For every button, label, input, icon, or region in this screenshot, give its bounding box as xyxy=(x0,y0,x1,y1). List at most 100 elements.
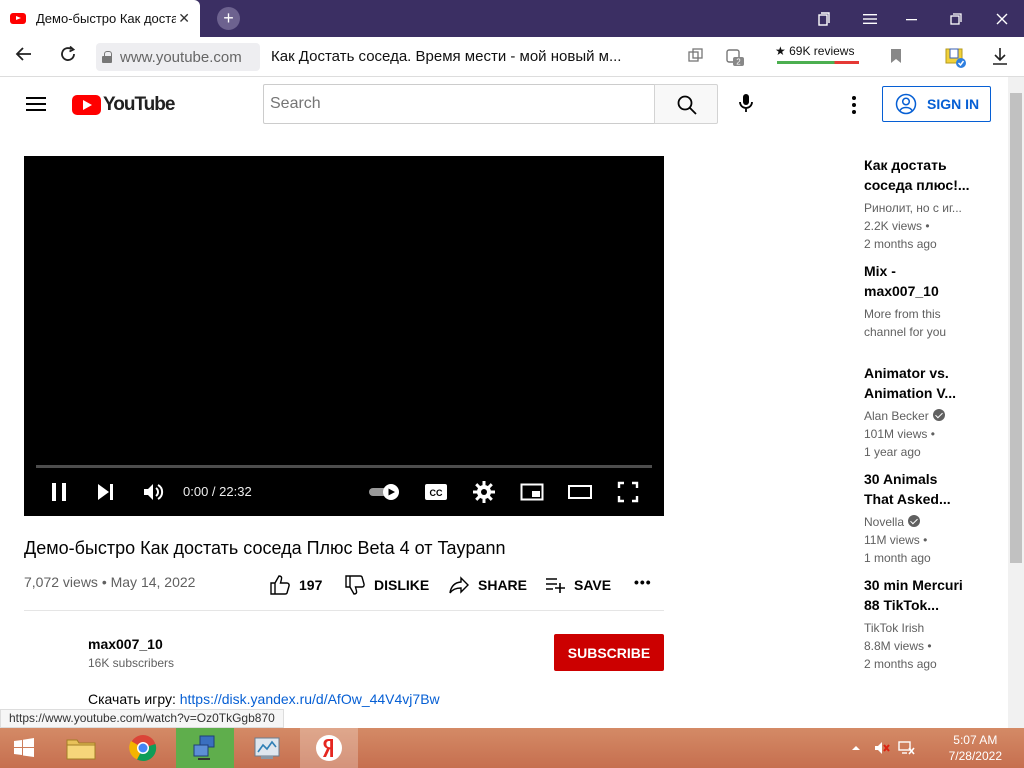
youtube-header: YouTube SIGN IN xyxy=(0,77,1008,133)
reader-extension-icon[interactable] xyxy=(944,46,966,68)
volume-muted-icon[interactable] xyxy=(870,728,894,768)
sign-in-label: SIGN IN xyxy=(927,96,980,112)
download-icon[interactable] xyxy=(990,46,1012,68)
file-explorer-icon[interactable] xyxy=(52,728,110,768)
captions-icon[interactable]: CC xyxy=(424,480,448,504)
search-button[interactable] xyxy=(654,84,718,124)
video-player[interactable]: 0:00 / 22:32 CC xyxy=(24,156,664,516)
thumbs-down-icon xyxy=(345,575,365,595)
fullscreen-icon[interactable] xyxy=(616,480,640,504)
svg-text:CC: CC xyxy=(430,488,443,498)
recommended-channel: Ринолит, но с иг... xyxy=(864,201,962,215)
recommended-video-5[interactable]: 30 min Mercuri 88 TikTok... TikTok Irish… xyxy=(864,575,999,673)
recommended-title-line1: Как достать xyxy=(864,157,947,173)
status-url: https://www.youtube.com/watch?v=Oz0TkGgb… xyxy=(0,709,284,728)
browser-menu-icon[interactable] xyxy=(848,0,892,37)
start-windows-icon[interactable] xyxy=(0,728,48,768)
guide-menu-icon[interactable] xyxy=(26,97,46,111)
recommended-title-line2: 88 TikTok... xyxy=(864,597,939,613)
settings-more-icon[interactable] xyxy=(842,93,866,117)
settings-gear-icon[interactable] xyxy=(472,480,496,504)
recommended-title-line2: Animation V... xyxy=(864,385,957,401)
dislike-button[interactable]: DISLIKE xyxy=(344,574,429,596)
chrome-icon[interactable] xyxy=(114,728,172,768)
extension-badge-count: 2 xyxy=(736,58,741,67)
dislike-label: DISLIKE xyxy=(374,577,430,593)
url-box[interactable]: www.youtube.com xyxy=(96,43,260,71)
tab-close-icon[interactable]: ✕ xyxy=(178,10,190,27)
recommended-video-1[interactable]: Как достать соседа плюс!... Ринолит, но … xyxy=(864,155,999,253)
tray-expand-icon[interactable] xyxy=(846,728,866,768)
address-page-title[interactable]: Как Достать соседа. Время мести - мой но… xyxy=(271,48,651,65)
restore-icon[interactable] xyxy=(934,0,978,37)
description-link[interactable]: https://disk.yandex.ru/d/AfOw_44V4vj7Bw xyxy=(180,691,440,707)
recommended-views: channel for you xyxy=(864,325,947,339)
time-display: 0:00 / 22:32 xyxy=(183,484,252,499)
clock-time: 5:07 AM xyxy=(953,733,998,747)
autoplay-toggle-icon[interactable] xyxy=(367,480,403,504)
recommended-title-line2: соседа плюс!... xyxy=(864,177,970,193)
new-tab-button[interactable]: + xyxy=(217,7,240,30)
recommended-video-3[interactable]: Animator vs. Animation V... Alan Becker … xyxy=(864,363,999,461)
verified-icon xyxy=(908,515,921,527)
channel-subscribers: 16K subscribers xyxy=(88,656,175,670)
recommended-channel-name: Novella xyxy=(864,515,905,529)
sign-in-button[interactable]: SIGN IN xyxy=(882,86,991,122)
subscribe-button[interactable]: SUBSCRIBE xyxy=(554,634,664,671)
recommended-age: 2 months ago xyxy=(864,237,937,251)
share-label: SHARE xyxy=(478,577,528,593)
progress-bar[interactable] xyxy=(36,465,652,468)
yandex-browser-icon[interactable] xyxy=(300,728,358,768)
recommended-channel: TikTok Irish xyxy=(864,621,925,635)
clock-date: 7/28/2022 xyxy=(948,749,1002,763)
screen: Демо-быстро Как доста ✕ + www.youtube.co… xyxy=(0,0,1024,768)
next-icon[interactable] xyxy=(94,480,118,504)
minimize-icon[interactable] xyxy=(890,0,934,37)
protect-icon[interactable]: 2 xyxy=(724,46,746,68)
browser-tab-active[interactable]: Демо-быстро Как доста ✕ xyxy=(0,0,200,37)
tab-share-icon[interactable] xyxy=(686,46,708,68)
reviews-rating[interactable]: ★ 69K reviews xyxy=(775,44,854,58)
divider xyxy=(24,610,664,611)
network-app-icon[interactable] xyxy=(176,728,234,768)
recommended-title-line1: 30 Animals xyxy=(864,471,938,487)
recommended-views: 2.2K views • xyxy=(864,219,930,233)
address-bar: www.youtube.com Как Достать соседа. Врем… xyxy=(0,37,1024,77)
browser-tab-strip: Демо-быстро Как доста ✕ + xyxy=(0,0,1024,37)
youtube-logo[interactable]: YouTube xyxy=(72,94,175,116)
more-actions-button[interactable]: ••• xyxy=(634,574,652,590)
share-button[interactable]: SHARE xyxy=(448,574,527,596)
bookmark-icon[interactable] xyxy=(886,46,908,68)
search-input[interactable] xyxy=(263,84,655,124)
theater-mode-icon[interactable] xyxy=(568,480,592,504)
tab-title: Демо-быстро Как доста xyxy=(36,11,176,26)
close-window-icon[interactable] xyxy=(980,0,1024,37)
recommended-video-2[interactable]: Mix - max007_10 More from this channel f… xyxy=(864,261,999,341)
save-label: SAVE xyxy=(574,577,612,593)
url-domain: www.youtube.com xyxy=(120,48,242,66)
page-scrollbar-thumb[interactable] xyxy=(1010,93,1022,563)
task-manager-icon[interactable] xyxy=(238,728,296,768)
save-button[interactable]: SAVE xyxy=(544,574,611,596)
collections-icon[interactable] xyxy=(802,0,846,37)
back-arrow-icon[interactable] xyxy=(12,45,36,69)
recommended-views: 8.8M views • xyxy=(864,639,932,653)
thumbs-up-icon xyxy=(270,575,290,595)
miniplayer-icon[interactable] xyxy=(520,480,544,504)
taskbar-clock[interactable]: 5:07 AM 7/28/2022 xyxy=(949,732,1002,764)
recommended-video-4[interactable]: 30 Animals That Asked... Novella 11M vie… xyxy=(864,469,999,567)
more-actions-icon: ••• xyxy=(634,574,652,590)
reload-icon[interactable] xyxy=(56,45,80,69)
microphone-icon[interactable] xyxy=(734,91,758,115)
channel-name[interactable]: max007_10 xyxy=(88,636,163,652)
recommended-title-line2: max007_10 xyxy=(864,283,939,299)
video-views-date: 7,072 views • May 14, 2022 xyxy=(24,574,196,590)
network-status-icon[interactable] xyxy=(894,728,918,768)
video-description: Скачать игру: https://disk.yandex.ru/d/A… xyxy=(88,691,440,707)
like-button[interactable]: 197 xyxy=(269,574,322,596)
video-title: Демо-быстро Как достать соседа Плюс Beta… xyxy=(24,538,506,558)
pause-icon[interactable] xyxy=(47,480,71,504)
volume-icon[interactable] xyxy=(141,480,165,504)
verified-icon xyxy=(932,409,945,421)
playlist-add-icon xyxy=(546,578,565,593)
